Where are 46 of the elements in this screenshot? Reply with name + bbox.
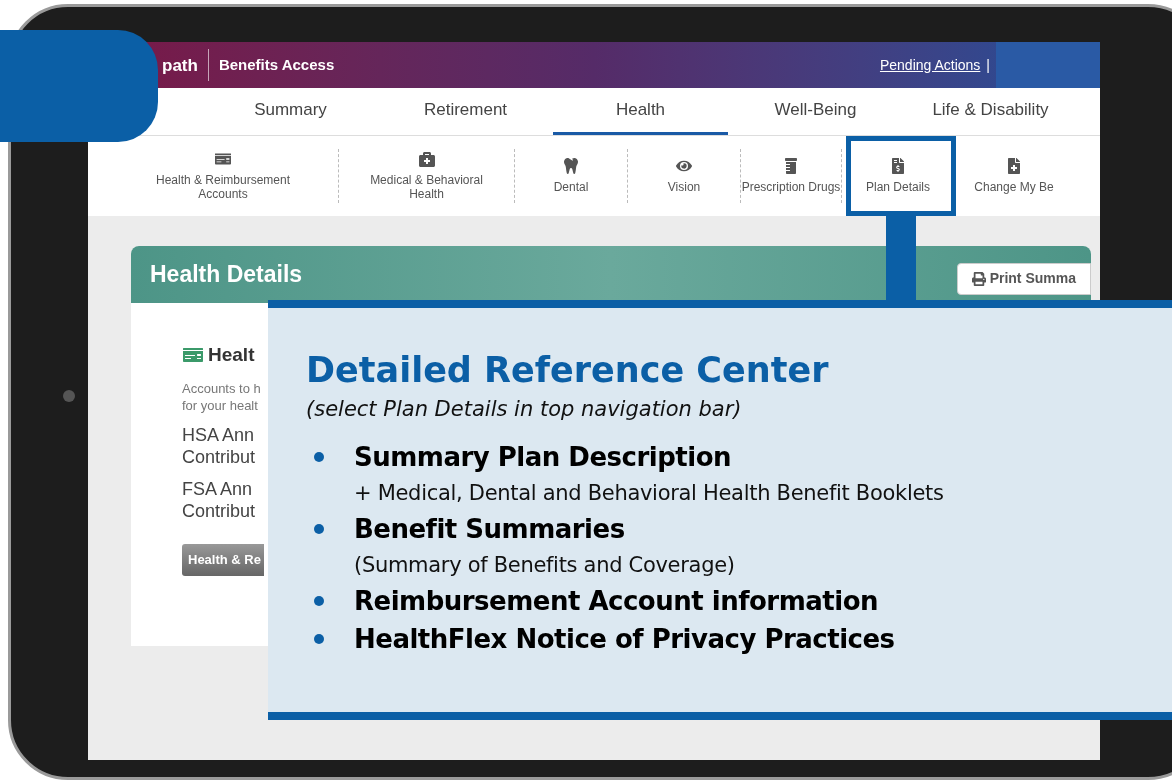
document-plus-icon xyxy=(1006,158,1022,174)
document-dollar-icon xyxy=(890,158,906,174)
bullet-text: Summary Plan Description xyxy=(354,441,733,474)
separator-text: | xyxy=(986,55,990,75)
nav-tab[interactable]: Summary xyxy=(203,88,378,135)
eye-icon xyxy=(676,158,692,174)
description-text: Accounts to h xyxy=(182,379,261,397)
card-title: Health Details xyxy=(150,260,303,290)
accounts-button[interactable]: Health & Re xyxy=(182,543,264,576)
nav-tab[interactable]: Life & Disability xyxy=(903,88,1078,135)
bullet-note: + Medical, Dental and Behavioral Health Benefit Booklets xyxy=(354,480,944,507)
description-text: for your healt xyxy=(182,396,258,414)
subnav-item[interactable]: Medical & Behavioral Health xyxy=(339,151,514,201)
print-button[interactable]: Print Summa xyxy=(956,262,1091,295)
nav-tab[interactable]: Well-Being xyxy=(728,88,903,135)
bullet-text: Benefit Summaries xyxy=(354,513,626,546)
bullet-icon xyxy=(314,596,324,606)
field-label: HSA Ann xyxy=(182,423,255,446)
bullet-note: (Summary of Benefits and Coverage) xyxy=(354,552,735,579)
nav-tab[interactable]: Retirement xyxy=(378,88,553,135)
bullet-icon xyxy=(314,634,324,644)
section-title: Healt xyxy=(208,343,255,367)
subnav-item[interactable]: Dental xyxy=(515,158,627,194)
site-title: Benefits Access xyxy=(218,54,335,75)
subnav-item[interactable]: Vision xyxy=(628,158,740,194)
money-icon xyxy=(215,151,231,167)
bottle-icon xyxy=(783,158,799,174)
logo-text: path xyxy=(162,56,198,74)
field-label: Contribut xyxy=(182,499,256,522)
bullet-text: Reimbursement Account information xyxy=(354,585,878,618)
bullet-icon xyxy=(314,452,324,462)
printer-icon xyxy=(971,271,986,286)
subnav-item[interactable]: Prescription Drugs xyxy=(741,158,841,194)
subnav-item[interactable]: Change My Be xyxy=(961,158,1067,194)
callout-title: Detailed Reference Center xyxy=(306,349,830,392)
field-label: Contribut xyxy=(182,445,256,468)
subnav-item[interactable]: Health & Reimbursement Accounts xyxy=(108,151,338,201)
pending-actions-link[interactable]: Pending Actions xyxy=(879,54,981,76)
bullet-text: HealthFlex Notice of Privacy Practices xyxy=(354,623,895,656)
subnav-item[interactable]: Plan Details xyxy=(854,158,942,194)
money-icon xyxy=(182,347,204,364)
bullet-icon xyxy=(314,524,324,534)
tooth-icon xyxy=(563,158,579,174)
callout-subtitle: (select Plan Details in top navigation bar) xyxy=(306,396,743,423)
field-label: FSA Ann xyxy=(182,477,253,500)
medical-kit-icon xyxy=(418,151,435,167)
